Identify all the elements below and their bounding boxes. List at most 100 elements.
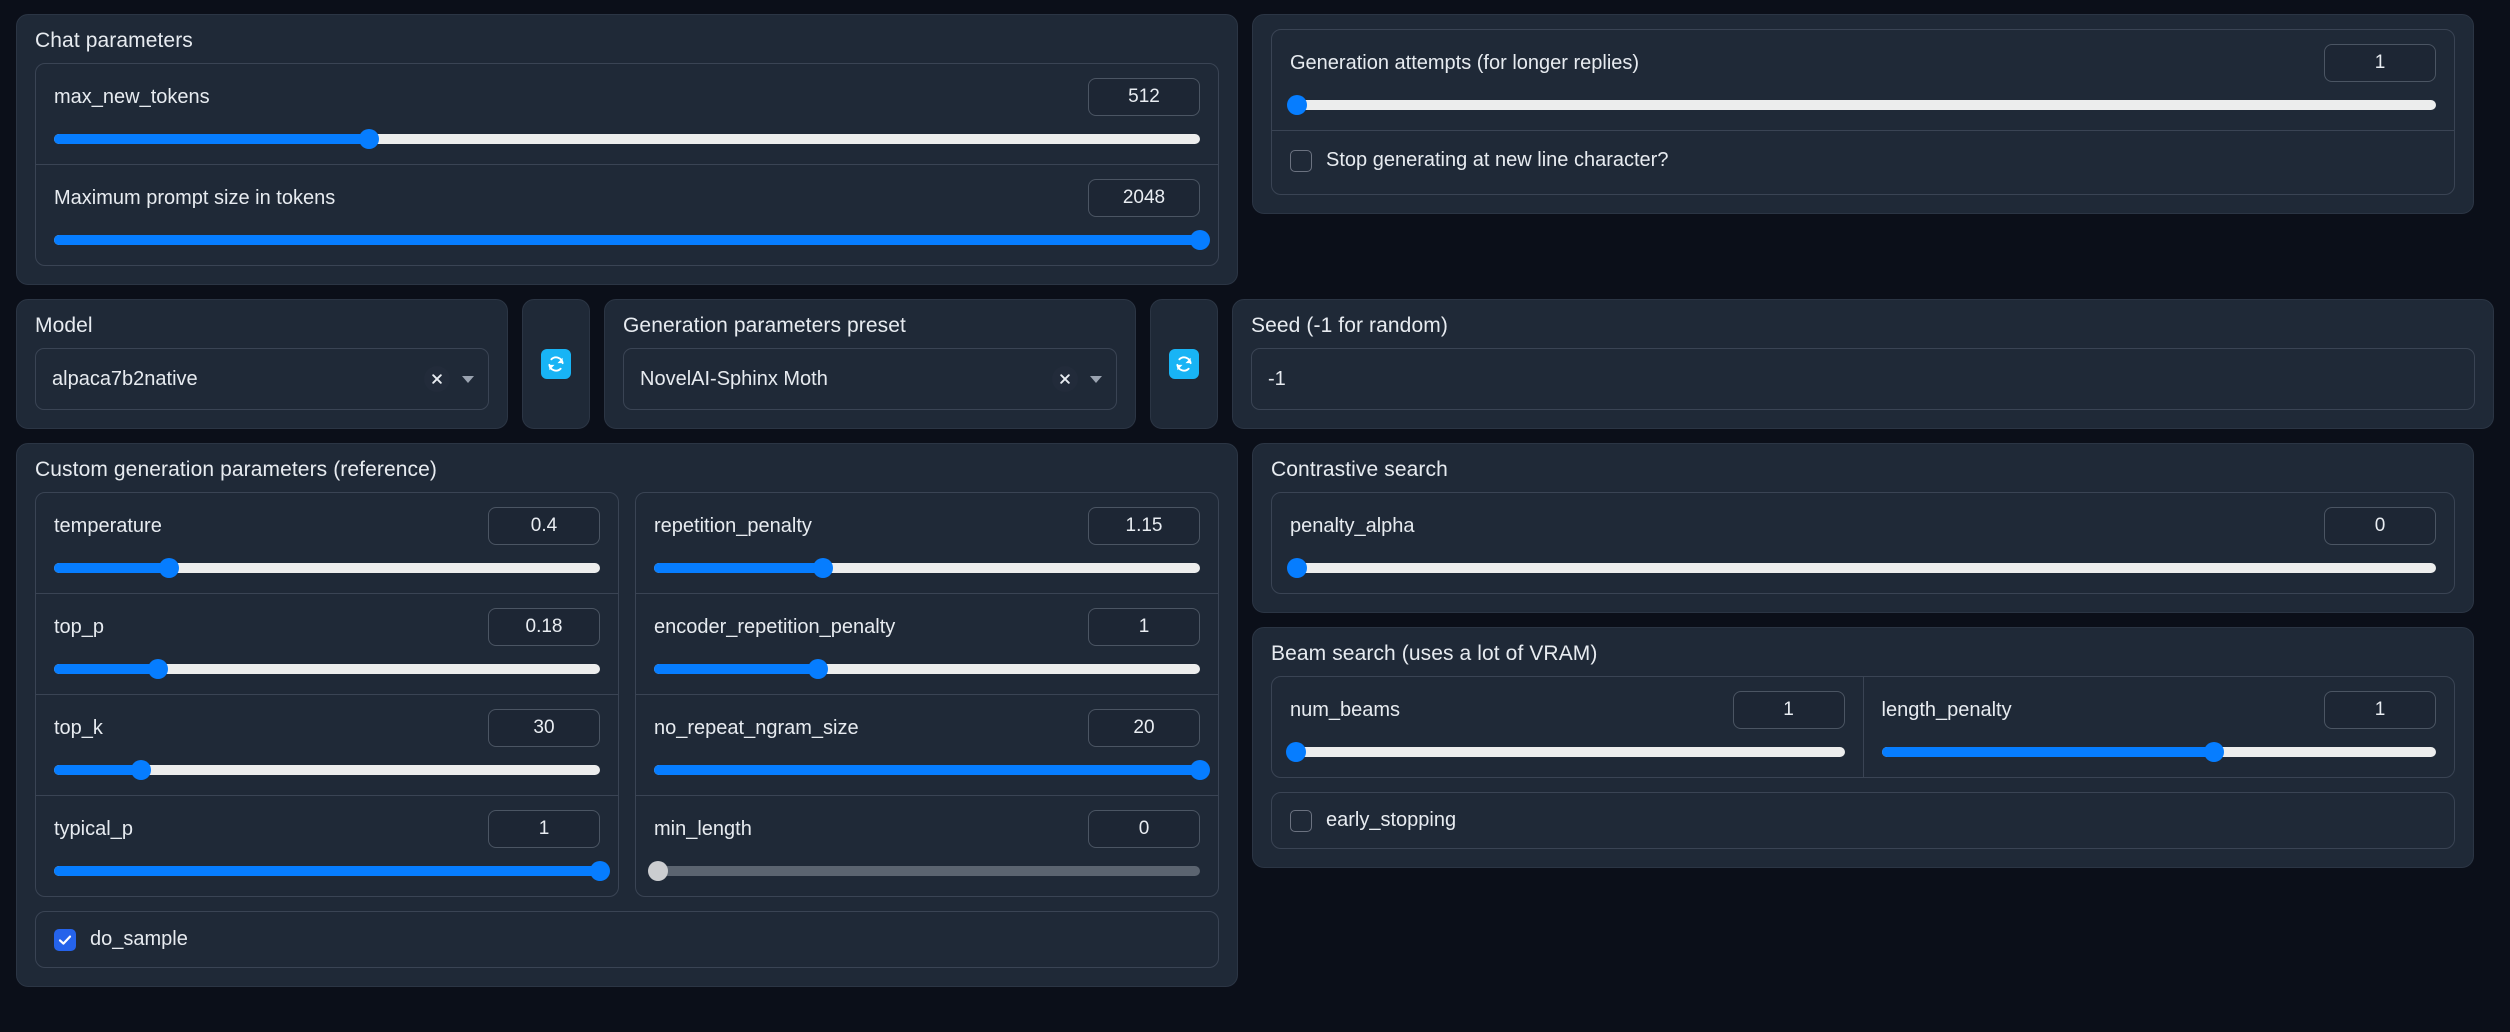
slider-track <box>1290 563 2436 573</box>
preset-dropdown-value: NovelAI-Sphinx Moth <box>640 368 1042 391</box>
slider-typical-p[interactable] <box>54 864 600 878</box>
contrastive-search-form: penalty_alpha 0 <box>1271 492 2455 594</box>
slider-track <box>1290 747 1845 757</box>
slider-value-penalty-alpha[interactable]: 0 <box>2324 507 2436 545</box>
custom-generation-right-form: repetition_penalty 1.15 <box>635 492 1219 897</box>
slider-generation-attempts[interactable] <box>1290 98 2436 112</box>
early-stopping-form: early_stopping <box>1271 792 2455 849</box>
model-title: Model <box>35 314 489 338</box>
slider-repetition-penalty[interactable] <box>654 561 1200 575</box>
checkbox-group-do-sample: do_sample <box>36 912 1218 967</box>
checkbox-box[interactable] <box>1290 810 1312 832</box>
close-icon[interactable] <box>424 366 450 392</box>
slider-value-min-length[interactable]: 0 <box>1088 810 1200 848</box>
slider-value-repetition-penalty[interactable]: 1.15 <box>1088 507 1200 545</box>
slider-value-length-penalty[interactable]: 1 <box>2324 691 2436 729</box>
checkbox-stop-at-newline[interactable]: Stop generating at new line character? <box>1290 145 2436 176</box>
slider-label-top-k: top_k <box>54 717 103 740</box>
slider-thumb <box>131 760 151 780</box>
slider-value-temperature[interactable]: 0.4 <box>488 507 600 545</box>
beam-search-title: Beam search (uses a lot of VRAM) <box>1271 642 2455 666</box>
slider-value-generation-attempts[interactable]: 1 <box>2324 44 2436 82</box>
chevron-down-icon[interactable] <box>462 376 474 383</box>
slider-value-max-new-tokens[interactable]: 512 <box>1088 78 1200 116</box>
slider-value-max-prompt-size[interactable]: 2048 <box>1088 179 1200 217</box>
checkbox-label-early-stopping: early_stopping <box>1326 809 1456 832</box>
slider-length-penalty[interactable] <box>1882 745 2437 759</box>
generation-attempts-form: Generation attempts (for longer replies)… <box>1271 29 2455 195</box>
slider-label-min-length: min_length <box>654 818 752 841</box>
checkbox-label-do-sample: do_sample <box>90 928 188 951</box>
slider-track <box>654 866 1200 876</box>
slider-max-prompt-size[interactable] <box>54 233 1200 247</box>
checkbox-box[interactable] <box>1290 150 1312 172</box>
seed-input[interactable]: -1 <box>1251 348 2475 410</box>
refresh-icon[interactable] <box>541 349 571 379</box>
chevron-down-icon[interactable] <box>1090 376 1102 383</box>
slider-top-p[interactable] <box>54 662 600 676</box>
model-refresh-block <box>522 299 590 429</box>
slider-track <box>54 664 600 674</box>
slider-fill <box>654 563 823 573</box>
slider-penalty-alpha[interactable] <box>1290 561 2436 575</box>
checkbox-box[interactable] <box>54 929 76 951</box>
slider-value-typical-p[interactable]: 1 <box>488 810 600 848</box>
checkbox-do-sample[interactable]: do_sample <box>54 924 1200 955</box>
slider-label-max-new-tokens: max_new_tokens <box>54 86 210 109</box>
slider-fill <box>54 866 600 876</box>
slider-max-new-tokens[interactable] <box>54 132 1200 146</box>
slider-track <box>54 134 1200 144</box>
slider-thumb <box>813 558 833 578</box>
slider-fill <box>54 235 1200 245</box>
slider-num-beams[interactable] <box>1290 745 1845 759</box>
slider-value-num-beams[interactable]: 1 <box>1733 691 1845 729</box>
model-block: Model alpaca7b2native <box>16 299 508 429</box>
slider-thumb <box>359 129 379 149</box>
slider-fill <box>54 664 158 674</box>
slider-track <box>54 866 600 876</box>
slider-thumb <box>590 861 610 881</box>
slider-temperature[interactable] <box>54 561 600 575</box>
top-row: Chat parameters max_new_tokens 512 <box>16 14 2494 285</box>
preset-title: Generation parameters preset <box>623 314 1117 338</box>
slider-top-k[interactable] <box>54 763 600 777</box>
slider-track <box>1882 747 2437 757</box>
slider-group-num-beams: num_beams 1 <box>1272 677 1863 777</box>
slider-track <box>54 235 1200 245</box>
generation-attempts-column: Generation attempts (for longer replies)… <box>1252 14 2474 285</box>
slider-value-top-p[interactable]: 0.18 <box>488 608 600 646</box>
slider-value-top-k[interactable]: 30 <box>488 709 600 747</box>
slider-min-length[interactable] <box>654 864 1200 878</box>
slider-value-no-repeat-ngram-size[interactable]: 20 <box>1088 709 1200 747</box>
slider-group-max-new-tokens: max_new_tokens 512 <box>36 64 1218 164</box>
beam-search-block: Beam search (uses a lot of VRAM) num_bea… <box>1252 627 2474 868</box>
slider-thumb <box>808 659 828 679</box>
checkbox-group-early-stopping: early_stopping <box>1272 793 2454 848</box>
model-dropdown[interactable]: alpaca7b2native <box>35 348 489 410</box>
slider-value-encoder-repetition-penalty[interactable]: 1 <box>1088 608 1200 646</box>
checkbox-early-stopping[interactable]: early_stopping <box>1290 805 2436 836</box>
model-row: Model alpaca7b2native Generation paramet… <box>16 299 2494 429</box>
refresh-icon[interactable] <box>1169 349 1199 379</box>
chat-parameters-title: Chat parameters <box>35 29 1219 53</box>
slider-thumb <box>148 659 168 679</box>
slider-no-repeat-ngram-size[interactable] <box>654 763 1200 777</box>
slider-group-typical-p: typical_p 1 <box>36 795 618 896</box>
generation-attempts-block: Generation attempts (for longer replies)… <box>1252 14 2474 214</box>
preset-dropdown[interactable]: NovelAI-Sphinx Moth <box>623 348 1117 410</box>
slider-group-no-repeat-ngram-size: no_repeat_ngram_size 20 <box>636 694 1218 795</box>
slider-encoder-repetition-penalty[interactable] <box>654 662 1200 676</box>
slider-group-penalty-alpha: penalty_alpha 0 <box>1272 493 2454 593</box>
custom-generation-columns: temperature 0.4 <box>35 492 1219 897</box>
slider-thumb <box>159 558 179 578</box>
slider-fill <box>654 664 818 674</box>
slider-group-generation-attempts: Generation attempts (for longer replies)… <box>1272 30 2454 130</box>
slider-label-typical-p: typical_p <box>54 818 133 841</box>
contrastive-search-block: Contrastive search penalty_alpha 0 <box>1252 443 2474 613</box>
slider-thumb <box>1190 230 1210 250</box>
checkbox-group-stop-newline: Stop generating at new line character? <box>1272 130 2454 194</box>
slider-group-repetition-penalty: repetition_penalty 1.15 <box>636 493 1218 593</box>
search-column: Contrastive search penalty_alpha 0 <box>1252 443 2474 987</box>
close-icon[interactable] <box>1052 366 1078 392</box>
slider-label-generation-attempts: Generation attempts (for longer replies) <box>1290 52 1639 75</box>
